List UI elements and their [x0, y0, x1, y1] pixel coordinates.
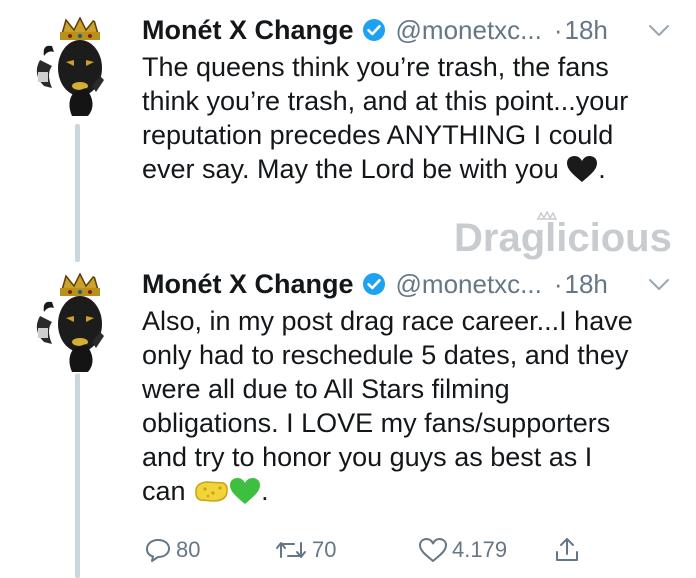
reply-count: 80	[176, 537, 201, 562]
tweet-header: Monét X Change @monetxc... · 18h	[142, 266, 608, 302]
separator-dot: ·	[553, 14, 563, 45]
retweet-button[interactable]: 70	[274, 532, 336, 568]
tweet-header: Monét X Change @monetxc... · 18h	[142, 12, 608, 48]
timestamp[interactable]: 18h	[565, 15, 608, 46]
timestamp[interactable]: 18h	[565, 269, 608, 300]
avatar[interactable]	[22, 272, 124, 374]
handle[interactable]: @monetxc...	[396, 269, 542, 300]
tweet-text-line: ever say. May the Lord be with you .	[142, 152, 672, 191]
sponge-icon	[193, 477, 229, 513]
svg-text:Draglicious: Draglicious	[454, 216, 672, 260]
avatar[interactable]	[22, 16, 124, 118]
draglicious-watermark-logo: Draglicious	[454, 210, 672, 260]
retweet-icon	[276, 542, 306, 558]
tweet-text-line: can .	[142, 474, 672, 513]
retweet-count: 70	[312, 537, 337, 562]
tweet-text-line: think you’re trash, and at this point...…	[142, 86, 629, 116]
like-button[interactable]: 4.179	[418, 532, 507, 568]
tweet-text-line: only had to reschedule 5 dates, and they	[142, 340, 629, 370]
tweet-text-line: Also, in my post drag race career...I ha…	[142, 306, 633, 336]
like-count: 4.179	[452, 537, 508, 562]
tweet-text-line: and try to honor you guys as best as I	[142, 442, 593, 472]
separator-dot: ·	[553, 268, 563, 299]
share-button[interactable]	[554, 532, 584, 568]
tweet[interactable]: Monét X Change @monetxc... · 18h The que…	[0, 0, 696, 215]
tweet-text: Also, in my post drag race career...I ha…	[142, 304, 672, 513]
display-name[interactable]: Monét X Change	[142, 15, 354, 46]
black-heart-icon	[566, 155, 598, 191]
tweet-text: The queens think you’re trash, the fans …	[142, 50, 672, 191]
tweet-text-line: obligations. I LOVE my fans/supporters	[142, 408, 611, 438]
display-name[interactable]: Monét X Change	[142, 269, 354, 300]
chevron-down-icon[interactable]	[648, 278, 670, 292]
heart-icon	[419, 538, 447, 562]
tweet[interactable]: Monét X Change @monetxc... · 18h Also, i…	[0, 262, 696, 578]
reply-icon	[146, 539, 170, 562]
reply-button[interactable]: 80	[144, 532, 200, 568]
share-icon	[556, 538, 578, 561]
tweet-text-line: The queens think you’re trash, the fans	[142, 52, 609, 82]
chevron-down-icon[interactable]	[648, 24, 670, 38]
tweet-text-line: were all due to All Stars filming	[142, 374, 510, 404]
green-heart-icon	[229, 477, 261, 513]
tweet-text-line: reputation precedes ANYTHING I could	[142, 120, 614, 150]
verified-badge-icon	[362, 272, 386, 296]
verified-badge-icon	[362, 18, 386, 42]
handle[interactable]: @monetxc...	[396, 15, 542, 46]
